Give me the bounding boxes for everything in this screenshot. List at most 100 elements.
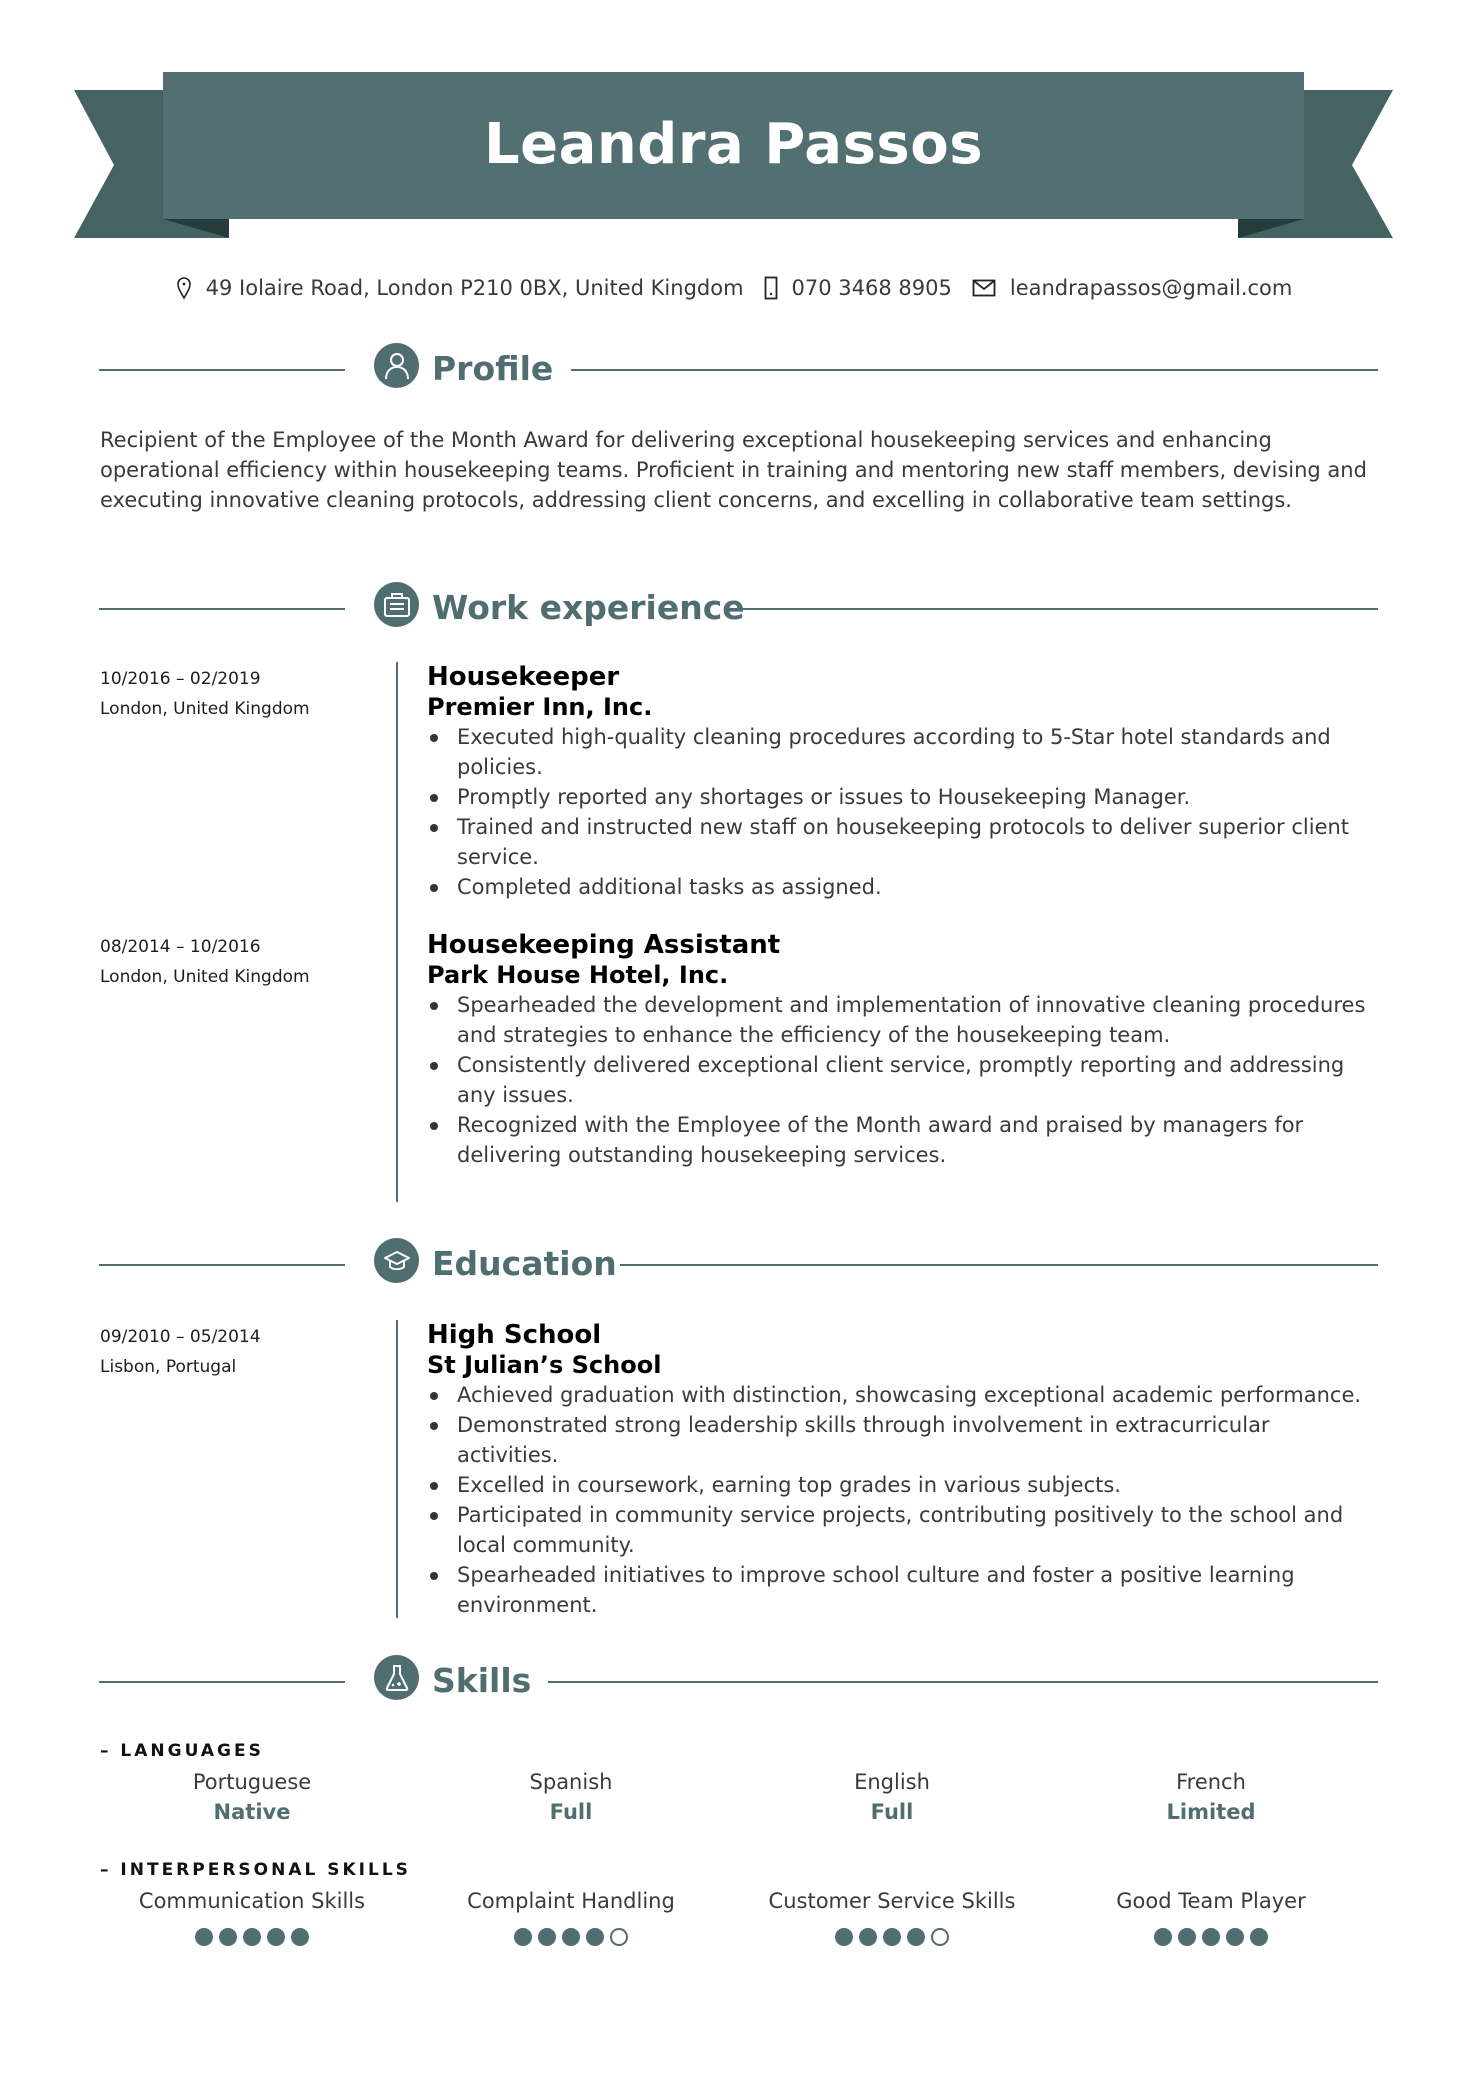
bullet-item: Completed additional tasks as assigned.	[427, 872, 1377, 902]
contact-address: 49 Iolaire Road, London P210 0BX, United…	[176, 276, 744, 300]
bullet-item: Demonstrated strong leadership skills th…	[427, 1410, 1377, 1470]
rating-dot-filled	[907, 1928, 925, 1946]
language-level: Full	[549, 1800, 593, 1824]
work-section-title: Work experience	[432, 588, 745, 627]
profile-line: executing innovative cleaning protocols,…	[100, 488, 1292, 512]
skills-section-title: Skills	[432, 1661, 532, 1700]
bullet-item: Executed high-quality cleaning procedure…	[427, 722, 1377, 782]
rating-dot-filled	[219, 1928, 237, 1946]
job-bullets: Executed high-quality cleaning procedure…	[427, 722, 1377, 902]
divider-line	[571, 369, 1378, 371]
rating-dot-filled	[538, 1928, 556, 1946]
education-section-title: Education	[432, 1244, 617, 1283]
email-link[interactable]: leandrapassos@gmail.com	[1010, 276, 1293, 300]
rating-dot-filled	[195, 1928, 213, 1946]
contact-email[interactable]: leandrapassos@gmail.com	[972, 276, 1293, 300]
job-entry: Housekeeper Premier Inn, Inc. Executed h…	[427, 662, 1377, 902]
skill-item: Complaint Handling	[421, 1886, 721, 1946]
rating-dot-filled	[562, 1928, 580, 1946]
bullet-item: Participated in community service projec…	[427, 1500, 1377, 1560]
skill-name: Good Team Player	[1116, 1889, 1306, 1913]
language-level: Limited	[1166, 1800, 1256, 1824]
rating-dot-filled	[1154, 1928, 1172, 1946]
rating-dot-filled	[1226, 1928, 1244, 1946]
address-text: 49 Iolaire Road, London P210 0BX, United…	[205, 276, 744, 300]
bullet-item: Excelled in coursework, earning top grad…	[427, 1470, 1377, 1500]
bullet-item: Recognized with the Employee of the Mont…	[427, 1110, 1377, 1170]
rating-dot-filled	[586, 1928, 604, 1946]
skill-rating	[102, 1928, 402, 1946]
language-item: French Limited	[1061, 1767, 1361, 1827]
rating-dot-filled	[291, 1928, 309, 1946]
profile-summary: Recipient of the Employee of the Month A…	[100, 425, 1380, 515]
profile-section-icon	[374, 343, 419, 388]
education-meta: 09/2010 – 05/2014 Lisbon, Portugal	[100, 1322, 261, 1382]
job-dates: 08/2014 – 10/2016	[100, 937, 261, 957]
education-school: St Julian’s School	[427, 1351, 662, 1379]
contact-phone: 070 3468 8905	[764, 276, 952, 300]
flask-icon	[385, 1664, 408, 1691]
job-title: Housekeeper	[427, 662, 620, 692]
education-bullets: Achieved graduation with distinction, sh…	[427, 1380, 1377, 1620]
language-item: English Full	[742, 1767, 1042, 1827]
profile-section-title: Profile	[432, 349, 554, 388]
languages-heading: – LANGUAGES	[100, 1741, 264, 1761]
education-degree: High School	[427, 1320, 602, 1350]
rating-dot-empty	[931, 1928, 949, 1946]
bullet-item: Consistently delivered exceptional clien…	[427, 1050, 1377, 1110]
skill-item: Customer Service Skills	[742, 1886, 1042, 1946]
job-entry: Housekeeping Assistant Park House Hotel,…	[427, 930, 1377, 1170]
profile-line: operational efficiency within housekeepi…	[100, 458, 1367, 482]
job-location: London, United Kingdom	[100, 967, 310, 987]
bullet-item: Trained and instructed new staff on hous…	[427, 812, 1377, 872]
mail-icon	[972, 279, 996, 297]
language-level: Full	[870, 1800, 914, 1824]
candidate-name: Leandra Passos	[483, 112, 984, 177]
interpersonal-heading: – INTERPERSONAL SKILLS	[100, 1860, 411, 1880]
phone-icon	[764, 276, 777, 300]
education-section-icon	[374, 1238, 419, 1283]
rating-dot-filled	[1202, 1928, 1220, 1946]
timeline-line	[396, 662, 398, 1202]
rating-dot-filled	[1250, 1928, 1268, 1946]
skill-rating	[421, 1928, 721, 1946]
rating-dot-filled	[243, 1928, 261, 1946]
user-icon	[384, 352, 409, 379]
bullet-item: Spearheaded initiatives to improve schoo…	[427, 1560, 1377, 1620]
language-name: Spanish	[529, 1770, 613, 1794]
phone-text: 070 3468 8905	[791, 276, 952, 300]
bullet-item: Achieved graduation with distinction, sh…	[427, 1380, 1377, 1410]
rating-dot-filled	[1178, 1928, 1196, 1946]
divider-line	[620, 1264, 1378, 1266]
divider-line	[99, 1264, 345, 1266]
language-item: Spanish Full	[421, 1767, 721, 1827]
bullet-item: Promptly reported any shortages or issue…	[427, 782, 1377, 812]
briefcase-icon	[383, 592, 410, 617]
job-location: London, United Kingdom	[100, 699, 310, 719]
job-bullets: Spearheaded the development and implemen…	[427, 990, 1377, 1170]
rating-dot-empty	[610, 1928, 628, 1946]
job-company: Park House Hotel, Inc.	[427, 961, 729, 989]
education-dates: 09/2010 – 05/2014	[100, 1327, 261, 1347]
timeline-line	[396, 1320, 398, 1618]
skill-item: Good Team Player	[1061, 1886, 1361, 1946]
job-meta: 10/2016 – 02/2019 London, United Kingdom	[100, 664, 310, 724]
divider-line	[99, 1681, 345, 1683]
language-name: Portuguese	[192, 1770, 312, 1794]
work-section-icon	[374, 582, 419, 627]
skill-name: Customer Service Skills	[768, 1889, 1016, 1913]
skill-name: Complaint Handling	[467, 1889, 675, 1913]
divider-line	[548, 1681, 1378, 1683]
divider-line	[732, 608, 1378, 610]
language-level: Native	[213, 1800, 291, 1824]
rating-dot-filled	[835, 1928, 853, 1946]
skill-name: Communication Skills	[138, 1889, 366, 1913]
bullet-item: Spearheaded the development and implemen…	[427, 990, 1377, 1050]
divider-line	[99, 608, 345, 610]
skill-rating	[1061, 1928, 1361, 1946]
job-dates: 10/2016 – 02/2019	[100, 669, 261, 689]
language-name: French	[1176, 1770, 1246, 1794]
education-entry: High School St Julian’s School Achieved …	[427, 1320, 1377, 1620]
divider-line	[99, 369, 345, 371]
rating-dot-filled	[883, 1928, 901, 1946]
